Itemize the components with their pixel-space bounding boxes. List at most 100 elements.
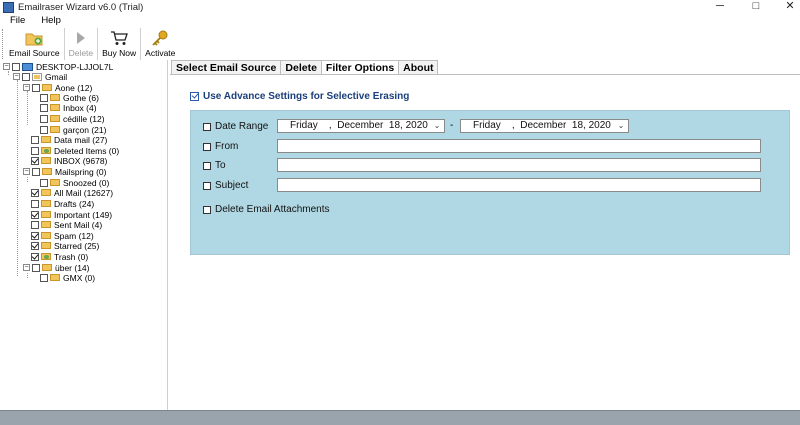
tree-folder-label: cédille (12) (63, 113, 105, 124)
tree-folder[interactable]: Drafts (24) (31, 198, 94, 209)
app-window: Emailraser Wizard v6.0 (Trial) ─ □ ✕ Fil… (0, 0, 800, 425)
tree-checkbox[interactable] (31, 146, 39, 155)
collapse-icon[interactable]: − (3, 63, 10, 70)
tree-checkbox[interactable] (22, 72, 30, 81)
tree-folder[interactable]: All Mail (12627) (31, 187, 113, 198)
folder-icon (41, 189, 51, 196)
to-checkbox[interactable] (203, 161, 211, 170)
tree-checkbox[interactable] (40, 273, 48, 282)
menu-help[interactable]: Help (31, 14, 67, 28)
from-field[interactable] (277, 139, 761, 153)
tree-checkbox[interactable] (32, 263, 40, 272)
delete-button[interactable]: Delete (65, 28, 99, 60)
tree-checkbox[interactable] (31, 220, 39, 229)
activate-button[interactable]: Activate (141, 28, 179, 60)
title-bar: Emailraser Wizard v6.0 (Trial) ─ □ ✕ (0, 0, 800, 14)
tree-checkbox[interactable] (32, 83, 40, 92)
tree-checkbox[interactable] (31, 135, 39, 144)
tree-checkbox[interactable] (31, 188, 39, 197)
close-button[interactable]: ✕ (770, 0, 800, 14)
menu-file[interactable]: File (0, 14, 31, 28)
email-source-button[interactable]: Email Source (5, 28, 65, 60)
tree-checkbox[interactable] (31, 231, 39, 240)
tree-folder[interactable]: Starred (25) (31, 240, 99, 251)
from-option[interactable]: From (203, 141, 238, 152)
tree-folder[interactable]: Sent Mail (4) (31, 219, 102, 230)
folder-icon (50, 126, 60, 133)
date-from-picker[interactable]: Friday , December 18, 2020 ⌄ (277, 119, 445, 133)
date-to-picker[interactable]: Friday , December 18, 2020 ⌄ (460, 119, 629, 133)
buy-now-button[interactable]: Buy Now (98, 28, 142, 60)
delete-attachments-option[interactable]: Delete Email Attachments (203, 204, 330, 215)
date-from-value: Friday , December 18, 2020 (290, 120, 428, 131)
tree-folder-label: Aone (12) (55, 82, 93, 93)
collapse-icon[interactable]: − (23, 264, 30, 271)
tree-folder[interactable]: INBOX (9678) (31, 155, 107, 166)
tree-checkbox[interactable] (40, 114, 48, 123)
tab-about[interactable]: About (398, 60, 439, 74)
tab-select-email-source[interactable]: Select Email Source (171, 60, 282, 74)
tree-folder-label: Spam (12) (54, 230, 94, 241)
subject-checkbox[interactable] (203, 181, 211, 190)
from-label: From (215, 141, 239, 152)
subject-option[interactable]: Subject (203, 180, 248, 191)
trash-icon (41, 253, 51, 260)
tree-folder-label: Gothe (6) (63, 92, 99, 103)
folder-icon (41, 136, 51, 143)
toolbar-grip (2, 29, 4, 59)
from-checkbox[interactable] (203, 142, 211, 151)
minimize-button[interactable]: ─ (700, 0, 740, 14)
tree-checkbox[interactable] (31, 156, 39, 165)
tree-folder-label: Deleted Items (0) (54, 145, 120, 156)
folder-icon (50, 179, 60, 186)
folder-icon (41, 211, 51, 218)
tab-delete[interactable]: Delete (280, 60, 322, 74)
tree-folder-label: Inbox (4) (63, 102, 97, 113)
cart-icon (110, 30, 129, 46)
chevron-down-icon[interactable]: ⌄ (432, 121, 442, 131)
tree-folder[interactable]: Inbox (4) (40, 102, 97, 113)
tree-checkbox[interactable] (40, 103, 48, 112)
email-source-label: Email Source (9, 48, 60, 58)
tree-folder-label: Starred (25) (54, 240, 100, 251)
delete-attachments-checkbox[interactable] (203, 205, 211, 214)
subject-field[interactable] (277, 178, 761, 192)
folder-icon (50, 94, 60, 101)
collapse-icon[interactable]: − (13, 73, 20, 80)
to-option[interactable]: To (203, 160, 226, 171)
date-range-label: Date Range (215, 121, 269, 132)
tree-folder-label: Snoozed (0) (63, 177, 110, 188)
tree-checkbox[interactable] (12, 62, 20, 71)
tree-checkbox[interactable] (40, 93, 48, 102)
tree-checkbox[interactable] (31, 199, 39, 208)
tree-folder-label: Trash (0) (54, 251, 89, 262)
computer-icon (22, 62, 33, 71)
tree-folder[interactable]: Trash (0) (31, 251, 88, 262)
tree-folder[interactable]: cédille (12) (40, 113, 105, 124)
tree-checkbox[interactable] (31, 241, 39, 250)
tab-filter-options[interactable]: Filter Options (320, 60, 400, 75)
tree-checkbox[interactable] (40, 125, 48, 134)
tree-checkbox[interactable] (31, 252, 39, 261)
tree-checkbox[interactable] (32, 167, 40, 176)
subject-label: Subject (215, 180, 249, 191)
date-range-checkbox[interactable] (203, 122, 211, 131)
key-icon (151, 30, 169, 46)
tree-account[interactable]: − Gmail (13, 71, 67, 82)
tree-folder[interactable]: − Mailspring (0) (23, 166, 107, 177)
date-range-separator: - (450, 120, 454, 131)
tree-folder[interactable]: GMX (0) (40, 272, 95, 283)
tree-checkbox[interactable] (31, 210, 39, 219)
tree-checkbox[interactable] (40, 178, 48, 187)
date-range-option[interactable]: Date Range (203, 121, 268, 132)
advance-settings-option[interactable]: Use Advance Settings for Selective Erasi… (190, 91, 409, 102)
chevron-down-icon[interactable]: ⌄ (616, 121, 626, 131)
tree-folder[interactable]: Data mail (27) (31, 134, 107, 145)
folder-icon (50, 104, 60, 111)
folder-icon (41, 221, 51, 228)
collapse-icon[interactable]: − (23, 168, 30, 175)
collapse-icon[interactable]: − (23, 84, 30, 91)
to-field[interactable] (277, 158, 761, 172)
advance-settings-checkbox[interactable] (190, 92, 199, 101)
tree-root-label: DESKTOP-LJJOL7L (36, 61, 114, 72)
